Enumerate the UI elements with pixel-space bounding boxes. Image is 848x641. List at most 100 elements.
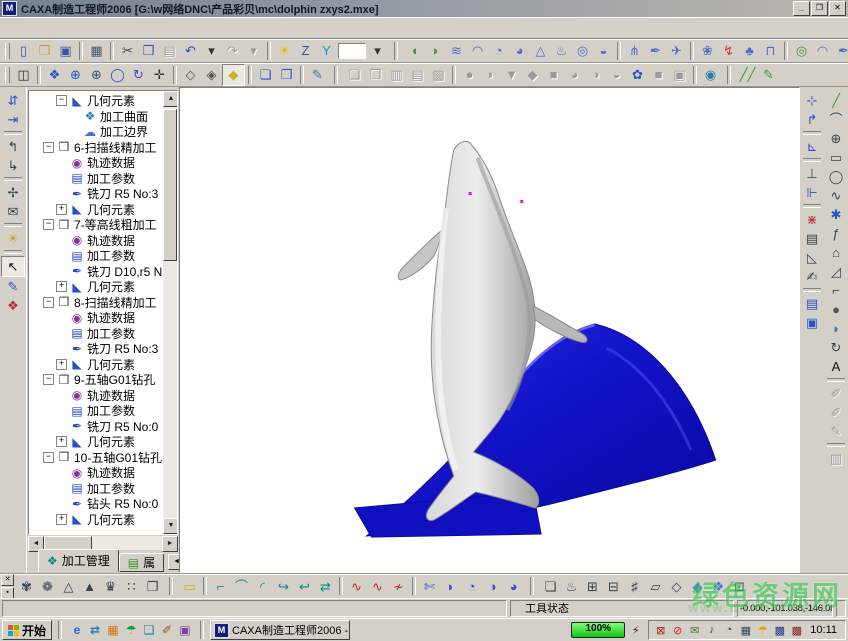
tree-expander[interactable]: + [56,514,67,525]
tree-item[interactable]: − ◣ 几何元素 [29,93,163,109]
solid-feature-8[interactable]: ◒ [606,65,627,85]
zoom-in-button[interactable]: ⊕ [86,65,107,85]
view-tool-3[interactable]: ✒ [833,41,848,61]
draw-spline-button[interactable]: ∿ [825,186,847,205]
solid-op-4[interactable]: ⊟ [603,576,624,596]
angle-ruler-button[interactable]: ◺ [801,248,823,267]
scrollbar-thumb[interactable] [44,536,92,550]
dim-multi-button[interactable]: ⋇ [801,210,823,229]
solid-op-5[interactable]: ♯ [624,576,645,596]
tree-item[interactable]: ✒ 钻头 R5 No:0 [29,496,163,512]
tree-item[interactable]: ▤ 加工参数 [29,403,163,419]
solid-feature-3[interactable]: ▼ [501,65,522,85]
simulation-check-button[interactable]: ✿ [627,65,648,85]
profile-tool-5[interactable]: ♛ [100,576,121,596]
erase-entity-button[interactable]: ✐ [825,384,847,403]
surface-edit-5[interactable]: ◕ [503,576,524,596]
select-cursor-button[interactable]: ↖ [1,256,25,277]
solid-feature-6[interactable]: ◕ [564,65,585,85]
tree-item[interactable]: ◉ 轨迹数据 [29,465,163,481]
draw-arc-button[interactable]: ⌒ [825,110,847,129]
scroll-up-button[interactable]: ▲ [163,91,178,107]
tray-app-red[interactable]: ▩ [789,624,804,637]
tree-item[interactable]: + ◣ 几何元素 [29,202,163,218]
redo-dropdown[interactable]: ▾ [243,41,264,61]
menu-item[interactable] [54,26,70,30]
curve-plane-tool[interactable]: ✈ [666,41,687,61]
draw-polygon-button[interactable]: ⌂ [825,243,847,262]
view-tool-2[interactable]: ◠ [812,41,833,61]
profile-tool-7[interactable]: ❐ [142,576,163,596]
trim-tool-1[interactable]: ∿ [346,576,367,596]
tree-expander[interactable]: + [56,281,67,292]
tree-item[interactable]: − ❒ 6-扫描线精加工 [29,140,163,156]
minimize-button[interactable]: _ [793,1,810,16]
3d-viewport[interactable] [179,87,800,573]
tree-item[interactable]: + ◣ 几何元素 [29,357,163,373]
tree-expander[interactable]: + [56,436,67,447]
light-tool-button[interactable]: ☀ [2,229,24,248]
solid-feature-2[interactable]: ◗ [480,65,501,85]
tree-item[interactable]: − ❒ 10-五轴G01钻孔 [29,450,163,466]
tray-mail[interactable]: ✉ [687,624,702,637]
move-view-button[interactable]: ✛ [149,65,170,85]
solid-op-3[interactable]: ⊞ [582,576,603,596]
tree-item[interactable]: + ◣ 几何元素 [29,279,163,295]
trim-tool-3[interactable]: ≁ [388,576,409,596]
profile-tool-2[interactable]: ❁ [37,576,58,596]
draw-point-button[interactable]: ✱ [825,205,847,224]
fillet-tool-3[interactable]: ◜ [252,576,273,596]
text-tool-button[interactable]: A [825,357,847,376]
formula-curve-button[interactable]: ƒ [825,224,847,243]
erase-button[interactable]: ▭ [179,576,200,596]
cut-button[interactable]: ✂ [117,41,138,61]
draw-rect-button[interactable]: ▭ [825,148,847,167]
tray-volume[interactable]: ♪ [704,624,719,636]
solid-feature-1[interactable]: ● [459,65,480,85]
surface-edit-3[interactable]: ◔ [461,576,482,596]
profile-tool-4[interactable]: ▲ [79,576,100,596]
curve-split-tool[interactable]: ✒ [645,41,666,61]
menu-item[interactable] [102,26,118,30]
pan-view-button[interactable]: ❖ [44,65,65,85]
dim-leader-button[interactable]: ↱ [801,110,823,129]
trim-tool-2[interactable]: ∿ [367,576,388,596]
fillet-tool-4[interactable]: ↪ [273,576,294,596]
tree-expander[interactable]: − [43,142,54,153]
start-button[interactable]: 开始 [2,620,52,640]
mail-tool-button[interactable]: ✉ [2,202,24,221]
surface-tool-4[interactable]: ◠ [467,41,488,61]
solid-op-1[interactable]: ❏ [540,576,561,596]
axis-horizontal-button[interactable]: ⊥ [801,164,823,183]
tree-expander[interactable]: − [43,297,54,308]
tray-app-blue[interactable]: ▩ [772,624,787,637]
dim-edit-button[interactable]: ✍ [801,267,823,286]
solid-feature-9[interactable]: ■ [648,65,669,85]
surface-tool-7[interactable]: △ [530,41,551,61]
surface-tool-10[interactable]: ◒ [593,41,614,61]
tree-item[interactable]: ▤ 加工参数 [29,481,163,497]
redo-button[interactable]: ↷ [222,41,243,61]
tree-item[interactable]: ◉ 轨迹数据 [29,310,163,326]
solid-feature-10[interactable]: ▣ [669,65,690,85]
window-layout-button[interactable]: ◫ [13,65,34,85]
tab-layers[interactable]: ▤ 属 [119,553,164,572]
pick-filter-button[interactable]: Y [316,41,337,61]
surface-tool-5[interactable]: ◔ [488,41,509,61]
tree-item[interactable]: ✒ 铣刀 R5 No:0 [29,419,163,435]
print-button[interactable]: ▦ [86,41,107,61]
tree-item[interactable]: + ◣ 几何元素 [29,434,163,450]
tree-item[interactable]: ◉ 轨迹数据 [29,388,163,404]
tree-expander[interactable]: + [56,204,67,215]
feature-tool-2[interactable]: ❒ [365,65,386,85]
copy-button[interactable]: ❐ [138,41,159,61]
tray-network[interactable]: ▦ [738,624,753,637]
tree-item[interactable]: ◉ 轨迹数据 [29,233,163,249]
surface-tool-9[interactable]: ◎ [572,41,593,61]
scroll-down-button[interactable]: ▼ [163,518,178,534]
solid-op-2[interactable]: ♨ [561,576,582,596]
edit-tool-1[interactable]: ❀ [697,41,718,61]
surface-tool-8[interactable]: ♨ [551,41,572,61]
track-tool-button[interactable]: ✢ [2,183,24,202]
tree-item[interactable]: ✒ 铣刀 R5 No:3 [29,186,163,202]
